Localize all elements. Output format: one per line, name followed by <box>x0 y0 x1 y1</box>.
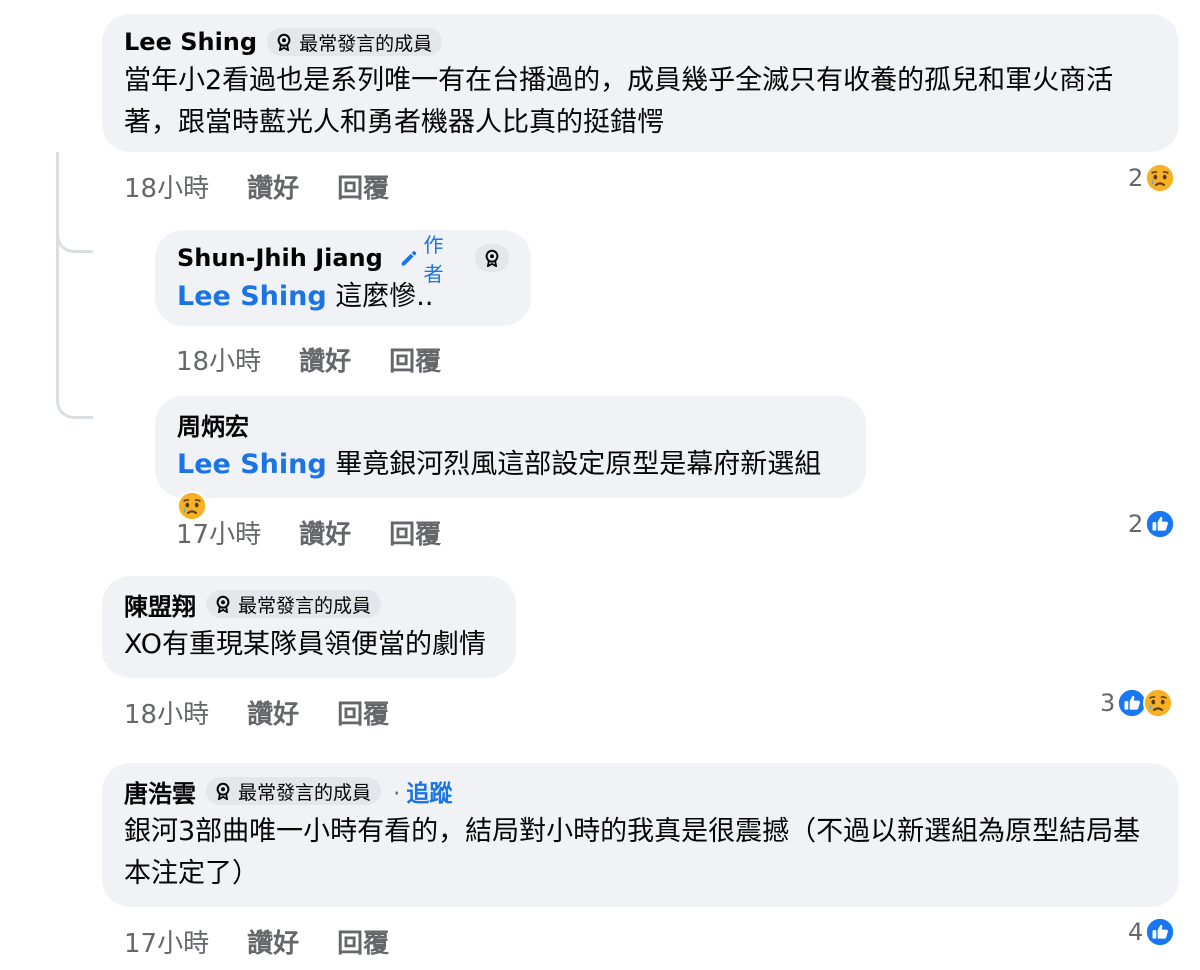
reaction-count: 2 <box>1128 510 1144 538</box>
commenter-name[interactable]: 周炳宏 <box>177 407 249 442</box>
comment-meta: 18小時 讚好 回覆 <box>176 341 479 378</box>
badge-label: 最常發言的成員 <box>299 32 433 55</box>
reply-button[interactable]: 回覆 <box>337 694 389 731</box>
award-icon <box>275 33 293 51</box>
like-button[interactable]: 讚好 <box>299 341 351 378</box>
like-reaction-icon <box>1145 917 1175 947</box>
comment-bubble: 唐浩雲 最常發言的成員 · 追蹤 銀河3部曲唯一小時有看的，結局對小時的我真是很震… <box>102 763 1179 907</box>
reaction-summary[interactable]: 4 <box>1128 917 1175 947</box>
thread-elbow <box>56 396 93 419</box>
sad-reaction-icon <box>1145 163 1175 193</box>
comment-bubble: Shun-Jhih Jiang 作者 Lee Shing 這麼慘.. <box>155 230 531 326</box>
commenter-name[interactable]: 陳盟翔 <box>124 587 196 622</box>
award-icon <box>214 782 232 800</box>
reaction-summary[interactable]: 2 <box>1128 509 1175 539</box>
commenter-name[interactable]: Lee Shing <box>124 28 257 56</box>
comment-bubble: Lee Shing 最常發言的成員 當年小2看過也是系列唯一有在台播過的，成員幾… <box>102 14 1179 152</box>
comment-text: 畢竟銀河烈風這部設定原型是幕府新選組 <box>335 449 822 480</box>
comment-time[interactable]: 18小時 <box>124 694 209 731</box>
comment-meta: 17小時 讚好 回覆 <box>176 514 479 551</box>
like-button[interactable]: 讚好 <box>247 923 299 960</box>
award-icon <box>483 249 501 267</box>
follow-button[interactable]: · 追蹤 <box>393 774 452 808</box>
comment-time[interactable]: 17小時 <box>124 923 209 960</box>
award-icon <box>214 595 232 613</box>
comment-time[interactable]: 18小時 <box>124 168 209 205</box>
comment-time[interactable]: 17小時 <box>176 514 261 551</box>
comment-meta: 18小時 讚好 回覆 <box>124 694 427 731</box>
comment-bubble: 周炳宏 Lee Shing 畢竟銀河烈風這部設定原型是幕府新選組 <box>155 396 866 498</box>
comment-text: 銀河3部曲唯一小時有看的，結局對小時的我真是很震撼（不過以新選組為原型結局基本注… <box>124 816 1141 889</box>
comment-text: 這麼慘.. <box>335 281 434 312</box>
like-button[interactable]: 讚好 <box>247 168 299 205</box>
reply-button[interactable]: 回覆 <box>337 168 389 205</box>
sad-reaction-icon <box>1143 688 1173 718</box>
comment-text: 當年小2看過也是系列唯一有在台播過的，成員幾乎全滅只有收養的孤兒和軍火商活著，跟… <box>124 65 1114 138</box>
reply-button[interactable]: 回覆 <box>389 514 441 551</box>
badge-label: 最常發言的成員 <box>238 781 372 804</box>
reaction-summary[interactable]: 2 <box>1128 163 1175 193</box>
commenter-name[interactable]: Shun-Jhih Jiang <box>177 244 383 272</box>
like-reaction-icon <box>1145 509 1175 539</box>
reaction-count: 4 <box>1128 918 1144 946</box>
mention-link[interactable]: Lee Shing <box>177 281 327 312</box>
reaction-count: 3 <box>1100 689 1116 717</box>
thread-line <box>56 152 59 402</box>
reply-button[interactable]: 回覆 <box>389 341 441 378</box>
thread-elbow <box>56 230 93 253</box>
follow-label: 追蹤 <box>406 781 453 807</box>
like-button[interactable]: 讚好 <box>299 514 351 551</box>
top-contributor-badge[interactable]: 最常發言的成員 <box>267 28 443 56</box>
top-contributor-badge[interactable]: 最常發言的成員 <box>206 590 382 618</box>
comment-meta: 18小時 讚好 回覆 <box>124 168 427 205</box>
comment-text: XO有重現某隊員領便當的劇情 <box>124 629 487 660</box>
reaction-count: 2 <box>1128 164 1144 192</box>
comment-meta: 17小時 讚好 回覆 <box>124 923 427 960</box>
like-button[interactable]: 讚好 <box>247 694 299 731</box>
badge-label: 最常發言的成員 <box>238 594 372 617</box>
comment-time[interactable]: 18小時 <box>176 341 261 378</box>
top-contributor-badge[interactable] <box>475 244 509 272</box>
top-contributor-badge[interactable]: 最常發言的成員 <box>206 777 382 805</box>
pencil-icon <box>401 251 417 266</box>
reply-button[interactable]: 回覆 <box>337 923 389 960</box>
mention-link[interactable]: Lee Shing <box>177 449 327 480</box>
comment-bubble: 陳盟翔 最常發言的成員 XO有重現某隊員領便當的劇情 <box>102 576 516 678</box>
commenter-name[interactable]: 唐浩雲 <box>124 774 196 809</box>
reaction-summary[interactable]: 3 <box>1100 688 1173 718</box>
